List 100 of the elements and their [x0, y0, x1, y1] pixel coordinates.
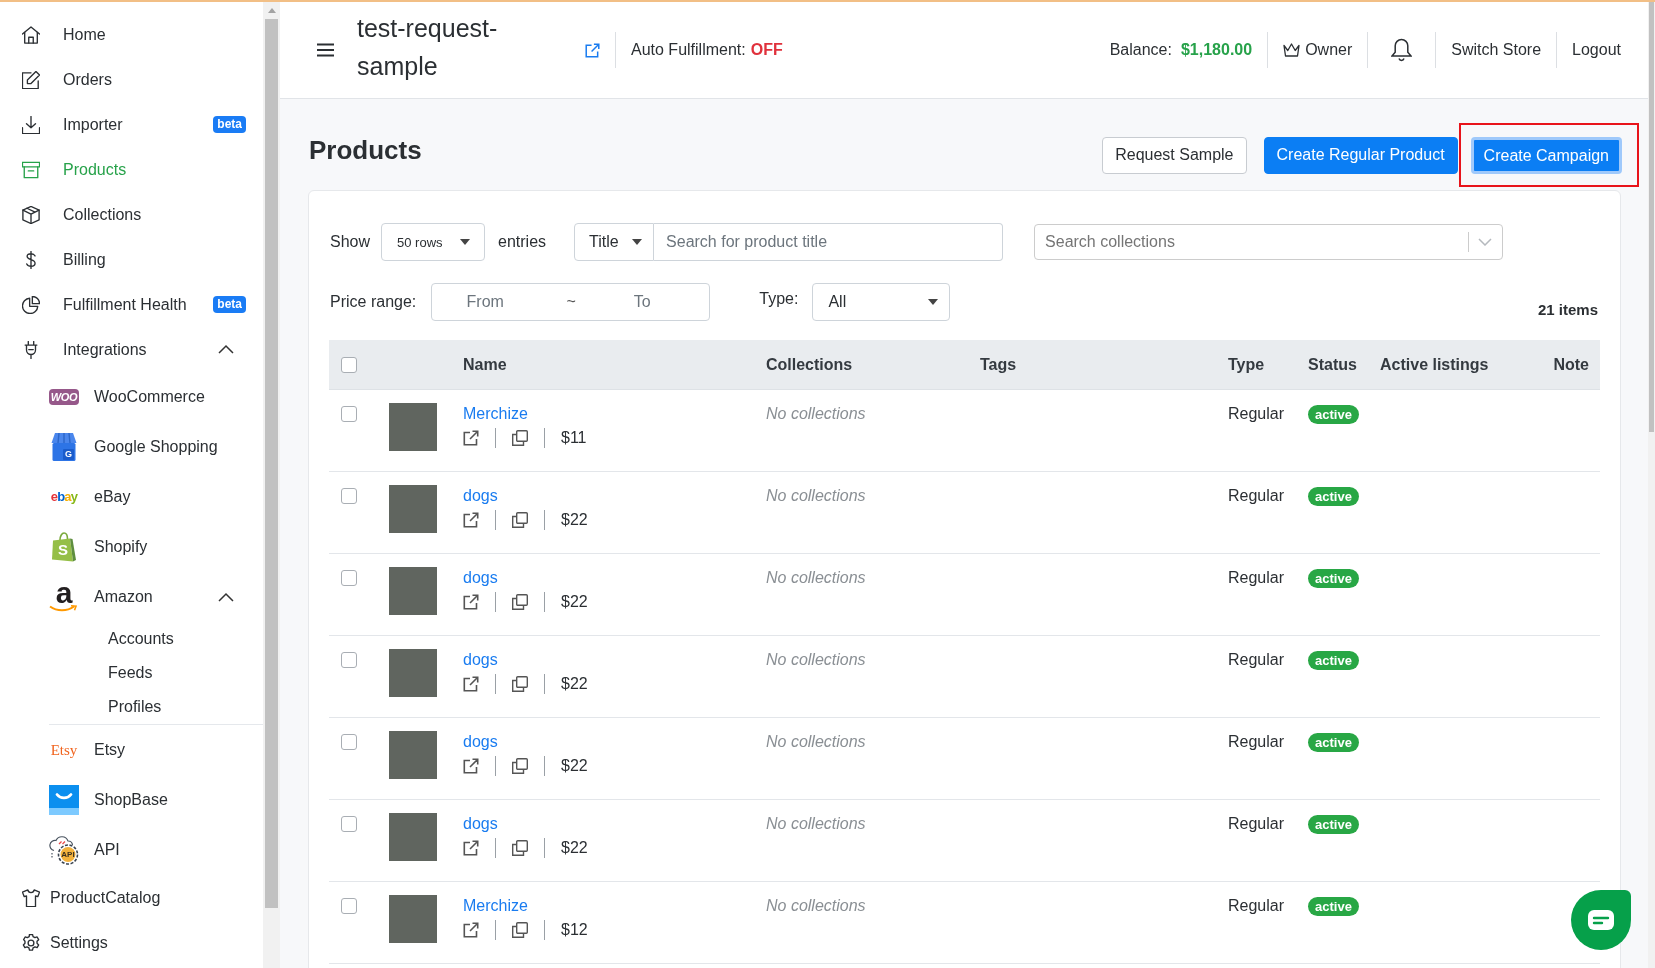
row-checkbox[interactable]	[341, 734, 357, 750]
external-link-icon[interactable]	[463, 430, 479, 446]
row-checkbox[interactable]	[341, 406, 357, 422]
search-field-select[interactable]: Title	[574, 223, 655, 261]
external-link-icon[interactable]	[463, 922, 479, 938]
sidebar-subitem[interactable]: WOO WooCommerce	[0, 372, 263, 422]
collections-search-input[interactable]: Search collections	[1045, 225, 1465, 259]
menu-icon[interactable]	[317, 43, 334, 57]
column-header[interactable]: Type	[1218, 355, 1298, 374]
beta-badge: beta	[213, 296, 246, 313]
status-badge: active	[1308, 815, 1359, 834]
product-name-link[interactable]: dogs	[463, 651, 498, 668]
sidebar-subitem[interactable]: Feeds	[0, 656, 263, 690]
sidebar-subitem[interactable]: Profiles	[0, 690, 263, 724]
product-type-text: Regular	[1228, 815, 1285, 832]
external-link-icon[interactable]	[463, 840, 479, 856]
sidebar-subitem[interactable]: S Shopify	[0, 522, 263, 572]
external-link-icon[interactable]	[585, 42, 600, 58]
type-select[interactable]: All	[812, 283, 951, 321]
copy-icon[interactable]	[512, 594, 528, 610]
row-checkbox[interactable]	[341, 570, 357, 586]
caret-down-icon	[928, 299, 939, 305]
ebay-logo: ebay	[49, 488, 79, 506]
column-header[interactable]: Status	[1298, 355, 1370, 374]
google-shopping-logo: G	[49, 432, 79, 462]
search-input[interactable]: Search for product title	[654, 223, 1004, 261]
copy-icon[interactable]	[512, 512, 528, 528]
chevron-up-icon[interactable]	[218, 591, 234, 603]
collections-text: No collections	[766, 733, 866, 750]
create-campaign-button[interactable]: Create Campaign	[1470, 137, 1622, 174]
external-link-icon[interactable]	[463, 676, 479, 692]
collections-select[interactable]: Search collections	[1034, 224, 1504, 260]
product-name-link[interactable]: Merchize	[463, 897, 528, 914]
row-checkbox[interactable]	[341, 898, 357, 914]
column-header[interactable]: Tags	[970, 355, 1218, 374]
sidebar-item[interactable]: Settings	[0, 920, 263, 965]
photo-placeholder	[389, 567, 437, 615]
sidebar-subitem[interactable]: G Google Shopping	[0, 422, 263, 472]
product-type-text: Regular	[1228, 897, 1285, 914]
sidebar-subitem[interactable]: ShopBase	[0, 775, 263, 825]
row-checkbox[interactable]	[341, 652, 357, 668]
product-name-link[interactable]: dogs	[463, 733, 498, 750]
sidebar-item[interactable]: Importer beta	[0, 102, 263, 147]
entries-label: entries	[498, 233, 547, 251]
collections-text: No collections	[766, 897, 866, 914]
create-product-button[interactable]: Create Regular Product	[1263, 136, 1458, 174]
sidebar-subitem[interactable]: ebay eBay	[0, 472, 263, 522]
external-link-icon[interactable]	[463, 512, 479, 528]
price-range-field[interactable]: From ~ To	[431, 283, 711, 321]
logout-link[interactable]: Logout	[1572, 41, 1621, 59]
switch-store-link[interactable]: Switch Store	[1451, 41, 1542, 59]
rows-per-page-select[interactable]: 50 rows	[381, 223, 486, 261]
row-checkbox[interactable]	[341, 488, 357, 504]
column-header[interactable]: Collections	[756, 355, 970, 374]
external-link-icon[interactable]	[463, 594, 479, 610]
sidebar-subitem[interactable]: a Amazon	[0, 572, 263, 622]
sidebar-subitem[interactable]: API API	[0, 825, 263, 875]
scrollbar-thumb[interactable]	[1649, 2, 1654, 432]
select-all-checkbox[interactable]	[341, 356, 357, 373]
product-type-text: Regular	[1228, 487, 1285, 504]
sidebar-item[interactable]: Billing	[0, 237, 263, 282]
shopify-logo: S	[49, 532, 79, 562]
external-link-icon[interactable]	[463, 758, 479, 774]
sidebar-item[interactable]: Integrations	[0, 327, 263, 372]
price-to-input[interactable]: To	[604, 284, 681, 320]
photo-placeholder	[389, 731, 437, 779]
sidebar-item[interactable]: ProductCatalog	[0, 875, 263, 920]
product-name-link[interactable]: dogs	[463, 569, 498, 586]
settings-icon	[22, 933, 40, 952]
type-label: Type:	[759, 290, 799, 308]
request-sample-button[interactable]: Request Sample	[1102, 136, 1247, 174]
sidebar-item[interactable]: Home	[0, 12, 263, 57]
product-name-link[interactable]: dogs	[463, 815, 498, 832]
copy-icon[interactable]	[512, 676, 528, 692]
column-header[interactable]: Active listings	[1370, 355, 1520, 374]
column-header[interactable]: Note	[1520, 355, 1600, 374]
price-text: $22	[561, 674, 588, 694]
sidebar-subitem[interactable]: Accounts	[0, 622, 263, 656]
copy-icon[interactable]	[512, 430, 528, 446]
scrollbar-thumb[interactable]	[265, 19, 278, 908]
price-from-input[interactable]: From	[432, 284, 539, 320]
home-icon	[22, 25, 40, 44]
range-separator: ~	[565, 293, 577, 311]
sidebar-item[interactable]: Fulfillment Health beta	[0, 282, 263, 327]
sidebar-item[interactable]: Orders	[0, 57, 263, 102]
row-checkbox[interactable]	[341, 816, 357, 832]
photo-placeholder	[389, 649, 437, 697]
bell-icon[interactable]	[1391, 38, 1413, 62]
copy-icon[interactable]	[512, 922, 528, 938]
column-header[interactable]: Name	[453, 355, 756, 374]
t-shirt-icon	[22, 888, 40, 907]
sidebar-subitem[interactable]: Etsy Etsy	[0, 725, 263, 775]
copy-icon[interactable]	[512, 758, 528, 774]
copy-icon[interactable]	[512, 840, 528, 856]
product-name-link[interactable]: dogs	[463, 487, 498, 504]
pie-chart-icon	[22, 295, 40, 314]
status-badge: active	[1308, 569, 1359, 588]
chevron-up-icon[interactable]	[218, 344, 234, 355]
sidebar-item[interactable]: Collections	[0, 192, 263, 237]
product-name-link[interactable]: Merchize	[463, 405, 528, 422]
